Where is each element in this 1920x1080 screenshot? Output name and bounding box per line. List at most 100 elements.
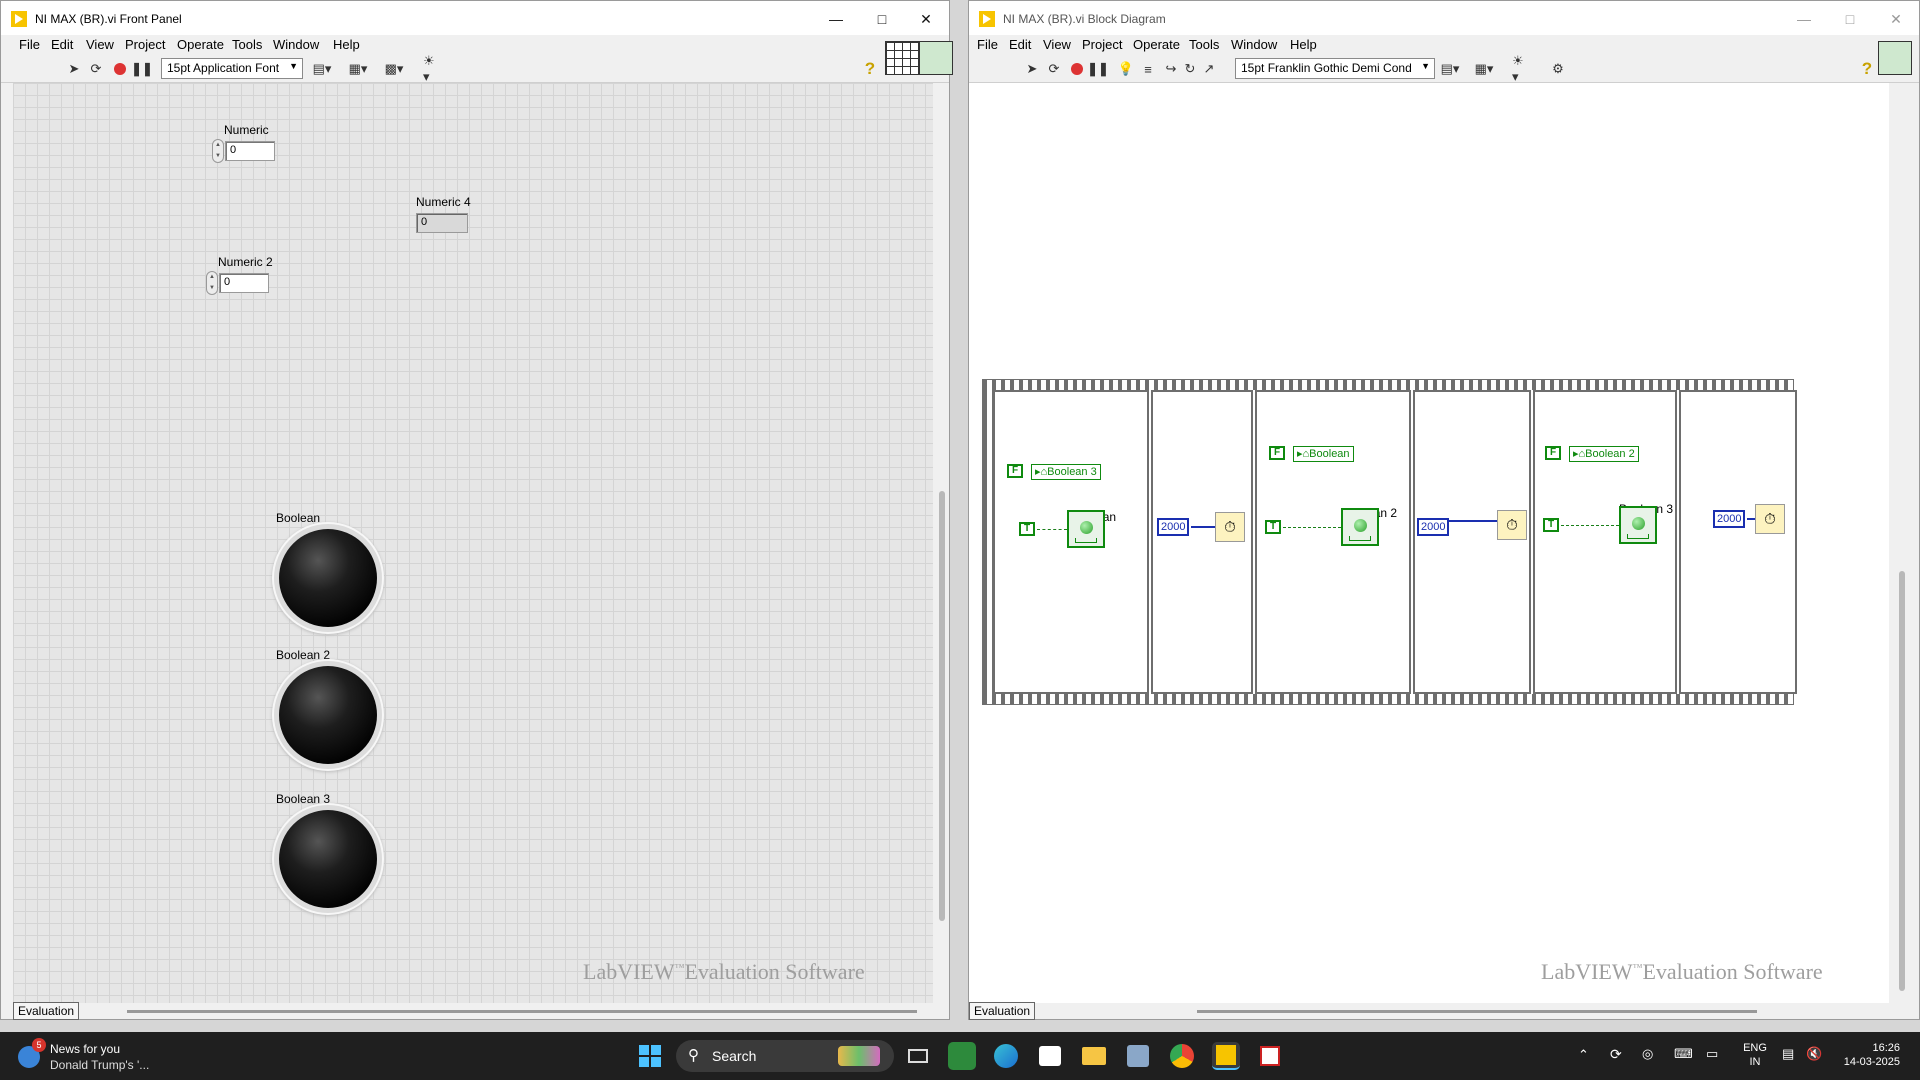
- menu-help[interactable]: Help: [1290, 37, 1317, 52]
- false-constant[interactable]: F: [1545, 446, 1561, 460]
- run-arrow-icon[interactable]: ➤: [65, 60, 83, 78]
- sequence-frame-3[interactable]: F ▸⌂Boolean Boolean 2 T: [1255, 390, 1411, 694]
- wait-ms-constant[interactable]: 2000: [1713, 510, 1746, 528]
- boolean3-wire[interactable]: [1561, 525, 1619, 526]
- flat-sequence-structure[interactable]: F ▸⌂Boolean 3 Boolean T 2000 ⏱ F ▸⌂Boole…: [982, 379, 1797, 705]
- close-button[interactable]: ✕: [903, 1, 949, 37]
- step-over-icon[interactable]: ↻: [1181, 60, 1199, 78]
- context-help-icon[interactable]: ?: [861, 59, 879, 79]
- menu-help[interactable]: Help: [333, 37, 360, 52]
- display-icon[interactable]: ▭: [1706, 1047, 1718, 1061]
- abort-icon[interactable]: [1068, 60, 1086, 78]
- front-panel-canvas[interactable]: Numeric ▲ ▼ 0 Numeric 4 0 Numeric 2 ▲ ▼ 0 …: [13, 83, 933, 1003]
- menu-file[interactable]: File: [19, 37, 40, 52]
- front-panel-hscrollbar[interactable]: [127, 1010, 917, 1013]
- menu-operate[interactable]: Operate: [1133, 37, 1180, 52]
- front-panel-vscrollbar[interactable]: [939, 491, 945, 921]
- wait-ms-timer-icon[interactable]: ⏱: [1497, 510, 1527, 540]
- step-into-icon[interactable]: ↪: [1162, 60, 1180, 78]
- menu-tools[interactable]: Tools: [232, 37, 262, 52]
- reorder-icon[interactable]: ☀▾: [423, 53, 441, 84]
- boolean3-led[interactable]: [279, 810, 377, 908]
- boolean2-terminal[interactable]: [1341, 508, 1379, 546]
- block-diagram-hscrollbar[interactable]: [1197, 1010, 1757, 1013]
- wait-ms-constant[interactable]: 2000: [1417, 518, 1450, 536]
- local-variable-boolean3[interactable]: ▸⌂Boolean 3: [1031, 464, 1101, 480]
- block-diagram-titlebar[interactable]: NI MAX (BR).vi Block Diagram — □ ✕: [969, 1, 1919, 37]
- menu-edit[interactable]: Edit: [1009, 37, 1031, 52]
- menu-operate[interactable]: Operate: [177, 37, 224, 52]
- menu-project[interactable]: Project: [1082, 37, 1122, 52]
- numeric-control[interactable]: 0: [225, 141, 275, 161]
- menu-edit[interactable]: Edit: [51, 37, 73, 52]
- menu-tools[interactable]: Tools: [1189, 37, 1219, 52]
- sync-icon[interactable]: ⟳: [1610, 1047, 1622, 1061]
- minimize-button[interactable]: —: [813, 1, 859, 37]
- context-help-icon[interactable]: ?: [1858, 59, 1876, 79]
- font-select[interactable]: 15pt Application Font ▼: [161, 58, 303, 79]
- numeric2-increment-icon[interactable]: ▲ ▼: [206, 271, 218, 295]
- reorder-icon[interactable]: ☀▾: [1512, 53, 1530, 84]
- file-explorer-icon[interactable]: [1080, 1042, 1108, 1070]
- menu-project[interactable]: Project: [125, 37, 165, 52]
- step-out-icon[interactable]: ↗: [1200, 60, 1218, 78]
- microsoft-store-icon[interactable]: [1036, 1042, 1064, 1070]
- run-continuously-icon[interactable]: ⟳: [87, 60, 105, 78]
- menu-window[interactable]: Window: [273, 37, 319, 52]
- distribute-objects-icon[interactable]: ▦▾: [1475, 60, 1494, 78]
- network-icon[interactable]: ◎: [1642, 1047, 1653, 1061]
- boolean-terminal[interactable]: [1067, 510, 1105, 548]
- sequence-frame-4[interactable]: 2000 ⏱: [1413, 390, 1531, 694]
- task-view-icon[interactable]: [904, 1042, 932, 1070]
- minimize-button[interactable]: —: [1781, 1, 1827, 37]
- true-constant[interactable]: T: [1019, 522, 1035, 536]
- align-objects-icon[interactable]: ▤▾: [313, 60, 332, 78]
- speaker-muted-icon[interactable]: 🔇: [1806, 1047, 1822, 1061]
- windows-start-icon[interactable]: [636, 1042, 664, 1070]
- clean-up-diagram-icon[interactable]: ⚙: [1549, 60, 1567, 78]
- wait-ms-constant[interactable]: 2000: [1157, 518, 1190, 536]
- boolean-led[interactable]: [279, 529, 377, 627]
- resize-objects-icon[interactable]: ▩▾: [385, 60, 404, 78]
- sequence-frame-2[interactable]: 2000 ⏱: [1151, 390, 1253, 694]
- font-select[interactable]: 15pt Franklin Gothic Demi Cond ▼: [1235, 58, 1435, 79]
- block-diagram-canvas[interactable]: F ▸⌂Boolean 3 Boolean T 2000 ⏱ F ▸⌂Boole…: [969, 83, 1889, 1003]
- boolean3-terminal[interactable]: [1619, 506, 1657, 544]
- true-constant[interactable]: T: [1543, 518, 1559, 532]
- wait-ms-timer-icon[interactable]: ⏱: [1215, 512, 1245, 542]
- run-arrow-icon[interactable]: ➤: [1023, 60, 1041, 78]
- maximize-button[interactable]: □: [1827, 1, 1873, 37]
- run-continuously-icon[interactable]: ⟳: [1045, 60, 1063, 78]
- keyboard-icon[interactable]: ⌨: [1674, 1047, 1693, 1061]
- boolean2-wire[interactable]: [1283, 527, 1341, 528]
- boolean2-led[interactable]: [279, 666, 377, 764]
- ni-max-icon[interactable]: [1124, 1042, 1152, 1070]
- edge-browser-icon[interactable]: [992, 1042, 1020, 1070]
- numeric-wire[interactable]: [1747, 518, 1755, 520]
- local-variable-boolean2[interactable]: ▸⌂Boolean 2: [1569, 446, 1639, 462]
- vi-icon[interactable]: [1878, 41, 1912, 75]
- close-button[interactable]: ✕: [1873, 1, 1919, 37]
- pause-icon[interactable]: ❚❚: [131, 60, 153, 78]
- abort-icon[interactable]: [111, 60, 129, 78]
- menu-view[interactable]: View: [86, 37, 114, 52]
- language-indicator[interactable]: ENG IN: [1740, 1041, 1770, 1069]
- news-widget[interactable]: 5 News for you Donald Trump's '...: [14, 1038, 184, 1074]
- front-panel-titlebar[interactable]: NI MAX (BR).vi Front Panel — □ ✕: [1, 1, 949, 37]
- false-constant[interactable]: F: [1269, 446, 1285, 460]
- wifi-icon[interactable]: ▤: [1782, 1047, 1794, 1061]
- block-diagram-vscrollbar[interactable]: [1899, 571, 1905, 991]
- labview-taskbar-icon[interactable]: [1212, 1042, 1240, 1070]
- sequence-frame-1[interactable]: F ▸⌂Boolean 3 Boolean T: [993, 390, 1149, 694]
- pause-icon[interactable]: ❚❚: [1087, 60, 1109, 78]
- clock[interactable]: 16:26 14-03-2025: [1830, 1041, 1900, 1069]
- menu-window[interactable]: Window: [1231, 37, 1277, 52]
- chrome-icon[interactable]: [1168, 1042, 1196, 1070]
- taskbar-search[interactable]: ⚲ Search: [676, 1040, 894, 1072]
- retain-wire-values-icon[interactable]: ≡: [1139, 60, 1157, 78]
- highlight-execution-icon[interactable]: 💡: [1117, 60, 1135, 78]
- false-constant[interactable]: F: [1007, 464, 1023, 478]
- labview-vi-taskbar-icon[interactable]: [1256, 1042, 1284, 1070]
- distribute-objects-icon[interactable]: ▦▾: [349, 60, 368, 78]
- align-objects-icon[interactable]: ▤▾: [1441, 60, 1460, 78]
